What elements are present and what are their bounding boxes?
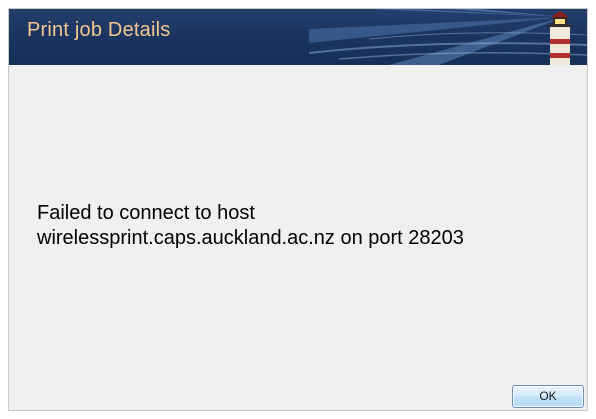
- lighthouse-icon: [548, 11, 572, 65]
- error-message: Failed to connect to host wirelessprint.…: [37, 201, 567, 251]
- ok-button[interactable]: OK: [512, 385, 584, 408]
- dialog-header: Print job Details: [9, 9, 587, 65]
- print-job-details-dialog: Print job Details Failed to connect to h…: [8, 8, 588, 411]
- dialog-title: Print job Details: [27, 19, 171, 41]
- error-message-line-2: wirelessprint.caps.auckland.ac.nz on por…: [37, 227, 464, 249]
- error-message-line-1: Failed to connect to host: [37, 202, 255, 224]
